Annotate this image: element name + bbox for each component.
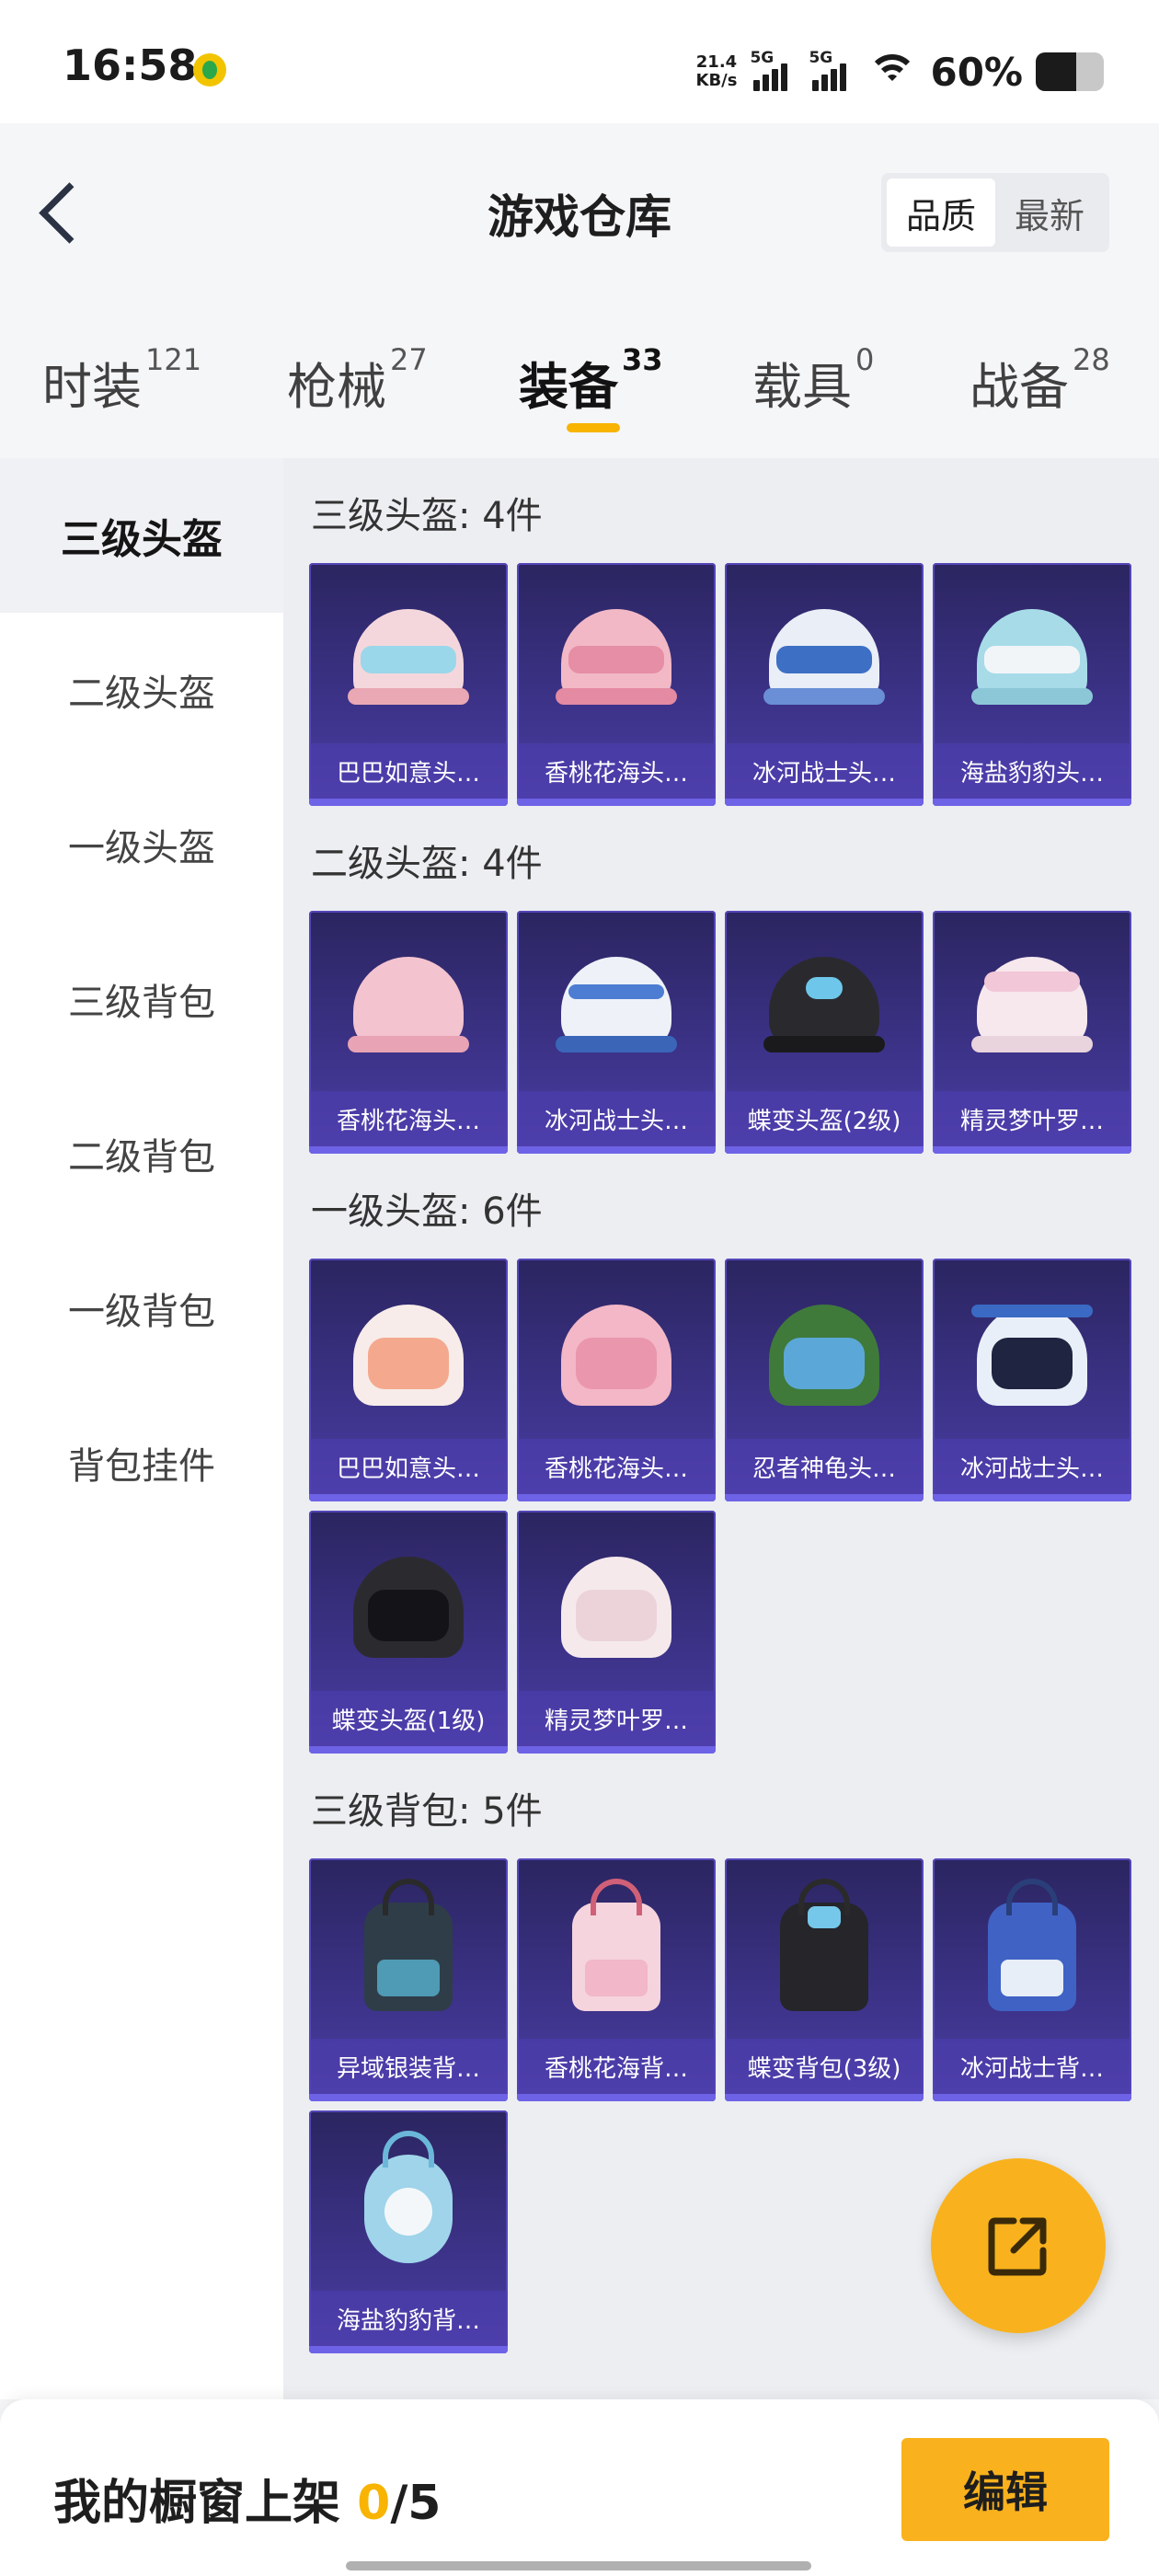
sort-option-latest[interactable]: 最新 <box>995 178 1104 247</box>
share-icon <box>988 2217 1047 2276</box>
item-name: 蝶变头盔(2级) <box>725 1091 924 1146</box>
item-card[interactable]: 香桃花海头… <box>309 911 508 1154</box>
item-name: 忍者神龟头… <box>725 1439 924 1494</box>
item-card[interactable]: 精灵梦叶罗… <box>517 1511 716 1754</box>
battery-percent: 60% <box>930 49 1023 95</box>
item-card[interactable]: 香桃花海背… <box>517 1858 716 2101</box>
section-title: 一级头盔: 6件 <box>311 1190 543 1233</box>
item-name: 香桃花海头… <box>309 1091 508 1146</box>
item-name: 冰河战士头… <box>517 1091 716 1146</box>
signal-icon: 5G <box>750 49 796 93</box>
backpack-icon <box>344 2131 473 2267</box>
item-card[interactable]: 蝶变头盔(2级) <box>725 911 924 1154</box>
sidebar-item-level1-helmet[interactable]: 一级头盔 <box>0 767 283 922</box>
backpack-icon <box>760 1879 889 2015</box>
item-grid: 三级头盔: 4件 巴巴如意头… 香桃花海头… 冰河战士头… 海盐豹豹头… 二级头… <box>283 458 1159 2399</box>
item-name: 蝶变头盔(1级) <box>309 1691 508 1746</box>
item-name: 精灵梦叶罗… <box>933 1091 1131 1146</box>
helmet-icon <box>760 591 889 719</box>
app-notification-icon <box>193 53 226 86</box>
showcase-status: 我的橱窗上架 0/5 <box>53 2476 442 2531</box>
helmet-icon <box>552 1538 681 1667</box>
item-card[interactable]: 巴巴如意头… <box>309 1259 508 1501</box>
item-card[interactable]: 海盐豹豹背… <box>309 2110 508 2353</box>
status-indicators: 21.4 KB/s 5G 5G 60% <box>695 44 1104 99</box>
item-card[interactable]: 异域银装背… <box>309 1858 508 2101</box>
helmet-icon <box>760 1286 889 1415</box>
helmet-icon <box>344 938 473 1067</box>
battery-icon <box>1036 52 1104 91</box>
sidebar-item-level3-helmet[interactable]: 三级头盔 <box>0 458 283 613</box>
sort-toggle[interactable]: 品质 最新 <box>881 173 1109 252</box>
signal-icon: 5G <box>809 49 855 93</box>
edit-button[interactable]: 编辑 <box>901 2438 1109 2541</box>
status-bar: 16:58 21.4 KB/s 5G 5G 60% <box>0 0 1159 123</box>
sidebar-item-level3-backpack[interactable]: 三级背包 <box>0 922 283 1076</box>
helmet-icon <box>344 1286 473 1415</box>
backpack-icon <box>552 1879 681 2015</box>
backpack-icon <box>968 1879 1096 2015</box>
item-card[interactable]: 冰河战士背… <box>933 1858 1131 2101</box>
item-name: 香桃花海背… <box>517 2039 716 2094</box>
tab-supplies[interactable]: 战备 28 <box>970 342 1110 419</box>
sort-option-quality[interactable]: 品质 <box>887 178 995 247</box>
helmet-icon <box>552 591 681 719</box>
wifi-icon <box>867 52 918 91</box>
item-name: 海盐豹豹背… <box>309 2291 508 2346</box>
item-name: 巴巴如意头… <box>309 743 508 799</box>
item-name: 香桃花海头… <box>517 743 716 799</box>
helmet-icon <box>344 1538 473 1667</box>
item-card[interactable]: 海盐豹豹头… <box>933 563 1131 806</box>
item-card[interactable]: 冰河战士头… <box>725 563 924 806</box>
sidebar-item-level1-backpack[interactable]: 一级背包 <box>0 1231 283 1386</box>
bottom-bar: 我的橱窗上架 0/5 编辑 <box>0 2399 1159 2576</box>
home-indicator[interactable] <box>346 2561 811 2570</box>
item-name: 精灵梦叶罗… <box>517 1691 716 1746</box>
tab-fashion[interactable]: 时装 121 <box>42 342 201 419</box>
item-name: 蝶变背包(3级) <box>725 2039 924 2094</box>
item-name: 冰河战士头… <box>725 743 924 799</box>
item-name: 海盐豹豹头… <box>933 743 1131 799</box>
item-card[interactable]: 冰河战士头… <box>933 1259 1131 1501</box>
backpack-icon <box>344 1879 473 2015</box>
helmet-icon <box>968 1286 1096 1415</box>
section-title: 三级背包: 5件 <box>311 1790 543 1833</box>
tab-equipment[interactable]: 装备 33 <box>519 342 663 419</box>
item-name: 冰河战士背… <box>933 2039 1131 2094</box>
tab-weapons[interactable]: 枪械 27 <box>287 342 428 419</box>
share-button[interactable] <box>931 2158 1106 2333</box>
item-card[interactable]: 忍者神龟头… <box>725 1259 924 1501</box>
item-card[interactable]: 蝶变背包(3级) <box>725 1858 924 2101</box>
category-sidebar: 三级头盔 二级头盔 一级头盔 三级背包 二级背包 一级背包 背包挂件 <box>0 458 283 2399</box>
status-time: 16:58 <box>63 40 198 90</box>
item-name: 巴巴如意头… <box>309 1439 508 1494</box>
helmet-icon <box>760 938 889 1067</box>
section-title: 三级头盔: 4件 <box>311 495 543 537</box>
sidebar-item-level2-backpack[interactable]: 二级背包 <box>0 1076 283 1231</box>
item-name: 香桃花海头… <box>517 1439 716 1494</box>
item-card[interactable]: 冰河战士头… <box>517 911 716 1154</box>
helmet-icon <box>968 591 1096 719</box>
helmet-icon <box>968 938 1096 1067</box>
item-card[interactable]: 香桃花海头… <box>517 563 716 806</box>
sidebar-item-backpack-charm[interactable]: 背包挂件 <box>0 1386 283 1540</box>
item-card[interactable]: 精灵梦叶罗… <box>933 911 1131 1154</box>
network-speed: 21.4 KB/s <box>695 52 738 90</box>
item-card[interactable]: 蝶变头盔(1级) <box>309 1511 508 1754</box>
sidebar-item-level2-helmet[interactable]: 二级头盔 <box>0 613 283 767</box>
item-card[interactable]: 巴巴如意头… <box>309 563 508 806</box>
item-name: 冰河战士头… <box>933 1439 1131 1494</box>
helmet-icon <box>552 938 681 1067</box>
section-title: 二级头盔: 4件 <box>311 843 543 885</box>
active-tab-indicator <box>567 423 620 432</box>
helmet-icon <box>344 591 473 719</box>
category-tabs: 时装 121 枪械 27 装备 33 载具 0 战备 28 <box>0 335 1159 454</box>
item-name: 异域银装背… <box>309 2039 508 2094</box>
item-card[interactable]: 香桃花海头… <box>517 1259 716 1501</box>
tab-vehicles[interactable]: 载具 0 <box>752 342 874 419</box>
helmet-icon <box>552 1286 681 1415</box>
